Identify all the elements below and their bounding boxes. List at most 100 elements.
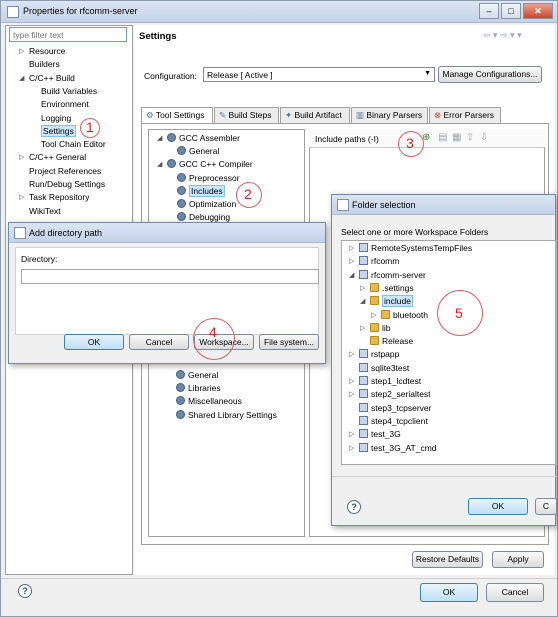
sidebar-item-builders[interactable]: Builders (29, 59, 60, 69)
file-system-button[interactable]: File system... (259, 334, 319, 350)
tool-item-libraries[interactable]: Libraries (176, 383, 221, 393)
tree-item-label: step3_tcpserver (371, 402, 432, 413)
folder-item-release[interactable]: Release (370, 336, 413, 346)
folder-item-step4-tcpclient[interactable]: step4_tcpclient (359, 415, 428, 426)
folder-icon (370, 282, 379, 292)
tab-build-steps[interactable]: ✎ Build Steps (214, 107, 279, 123)
folder-item-rfcomm[interactable]: ▷ rfcomm (349, 256, 399, 266)
collapsed-arrow-icon[interactable]: ▷ (360, 284, 365, 292)
add-dir-cancel-button[interactable]: Cancel (129, 334, 189, 350)
delete-path-icon[interactable]: ▤ (438, 132, 447, 143)
collapsed-arrow-icon[interactable]: ▷ (349, 430, 354, 438)
folder-item-sqlite3test[interactable]: sqlite3test (359, 362, 409, 373)
add-dir-ok-button[interactable]: OK (64, 334, 124, 350)
sidebar-item-project-references[interactable]: Project References (29, 166, 101, 176)
tab-tool-settings[interactable]: ⚙ Tool Settings (141, 107, 213, 124)
tool-item-shared-library-settings[interactable]: Shared Library Settings (176, 409, 277, 420)
folder-item-test-3g-at-cmd[interactable]: ▷ test_3G_AT_cmd (349, 442, 437, 453)
move-up-icon[interactable]: ⇧ (466, 132, 474, 143)
folder-item-rstpapp[interactable]: ▷ rstpapp (349, 349, 400, 360)
tree-item-label: .settings (382, 282, 414, 293)
filter-input[interactable] (9, 27, 127, 42)
folder-selection-title-bar: Folder selection (332, 195, 555, 215)
divider (1, 578, 557, 579)
directory-input[interactable] (21, 269, 319, 284)
tab-label: Build Steps (228, 110, 272, 120)
sidebar-item-c-c-build[interactable]: ◢ C/C++ Build (19, 73, 75, 83)
sidebar-item-logging[interactable]: Logging (41, 113, 71, 123)
collapsed-arrow-icon[interactable]: ▷ (19, 193, 24, 201)
folder-item-test-3g[interactable]: ▷ test_3G (349, 429, 401, 439)
sidebar-item-build-variables[interactable]: Build Variables (41, 86, 97, 96)
directory-label: Directory: (21, 254, 58, 264)
tab-build-artifact[interactable]: ✦ Build Artifact (280, 107, 350, 123)
sidebar-item-c-c-general[interactable]: ▷ C/C++ General (19, 152, 86, 162)
folder-ok-button[interactable]: OK (468, 498, 528, 515)
collapsed-arrow-icon[interactable]: ▷ (349, 244, 354, 252)
folder-item-bluetooth[interactable]: ▷ bluetooth (371, 309, 428, 320)
folder-item-remotesystemstempfiles[interactable]: ▷ RemoteSystemsTempFiles (349, 243, 472, 253)
ok-button[interactable]: OK (420, 583, 478, 602)
collapsed-arrow-icon[interactable]: ▷ (349, 390, 354, 398)
tool-item-includes[interactable]: Includes (177, 184, 225, 197)
sidebar-item-resource[interactable]: ▷ Resource (19, 46, 65, 56)
folder-item-step2-serialtest[interactable]: ▷ step2_serialtest (349, 389, 431, 400)
cancel-button[interactable]: Cancel (486, 583, 544, 602)
folder-item-step3-tcpserver[interactable]: step3_tcpserver (359, 402, 432, 413)
tool-item-preprocessor[interactable]: Preprocessor (177, 172, 240, 183)
collapsed-arrow-icon[interactable]: ▷ (371, 311, 376, 319)
maximize-button[interactable]: □ (501, 3, 521, 19)
tab-error-parsers[interactable]: ⊗ Error Parsers (429, 107, 501, 123)
close-button[interactable]: ✕ (523, 3, 553, 19)
manage-configurations-button[interactable]: Manage Configurations... (438, 66, 542, 83)
tool-item-general[interactable]: General (176, 370, 218, 380)
tool-item-miscellaneous[interactable]: Miscellaneous (176, 396, 242, 406)
expanded-arrow-icon[interactable]: ◢ (19, 74, 24, 82)
collapsed-arrow-icon[interactable]: ▷ (349, 444, 354, 452)
help-icon[interactable]: ? (347, 500, 361, 514)
edit-path-icon[interactable]: ▦ (452, 132, 461, 143)
folder-item-step1-lcdtest[interactable]: ▷ step1_lcdtest (349, 376, 421, 386)
tree-item-label: step2_serialtest (371, 389, 431, 400)
tool-item-optimization[interactable]: Optimization (177, 199, 236, 209)
folder-item--settings[interactable]: ▷ .settings (360, 282, 414, 293)
sidebar-item-settings[interactable]: Settings (41, 124, 76, 137)
sidebar-item-environment[interactable]: Environment (41, 99, 89, 109)
folder-item-rfcomm-server[interactable]: ◢ rfcomm-server (349, 269, 426, 280)
tree-item-label: rstpapp (371, 349, 400, 360)
folder-icon (381, 309, 390, 319)
minimize-button[interactable]: – (479, 3, 499, 19)
expanded-arrow-icon[interactable]: ◢ (360, 297, 365, 305)
expanded-arrow-icon[interactable]: ◢ (157, 160, 162, 168)
folder-icon (370, 322, 379, 332)
collapsed-arrow-icon[interactable]: ▷ (360, 324, 365, 332)
sidebar-item-tool-chain-editor[interactable]: Tool Chain Editor (41, 139, 106, 149)
folder-item-lib[interactable]: ▷ lib (360, 322, 391, 333)
apply-button[interactable]: Apply (492, 551, 544, 568)
folder-selection-title: Folder selection (352, 200, 416, 210)
folder-cancel-button[interactable]: C (535, 498, 557, 515)
expanded-arrow-icon[interactable]: ◢ (157, 134, 162, 142)
collapsed-arrow-icon[interactable]: ▷ (19, 47, 24, 55)
collapsed-arrow-icon[interactable]: ▷ (19, 153, 24, 161)
sidebar-item-run-debug-settings[interactable]: Run/Debug Settings (29, 179, 105, 189)
sidebar-item-wikitext[interactable]: WikiText (29, 206, 61, 216)
nav-arrows-icon[interactable]: ⇦ ▾ ⇨ ▾ ▾ (483, 30, 522, 41)
collapsed-arrow-icon[interactable]: ▷ (349, 257, 354, 265)
sidebar-item-task-repository[interactable]: ▷ Task Repository (19, 192, 89, 202)
help-icon[interactable]: ? (18, 584, 32, 598)
move-down-icon[interactable]: ⇩ (480, 132, 488, 143)
tool-item-gcc-c-compiler[interactable]: ◢ GCC C++ Compiler (157, 159, 253, 169)
tab-binary-parsers[interactable]: ▥ Binary Parsers (351, 107, 428, 123)
project-icon (359, 376, 368, 385)
folder-item-include[interactable]: ◢ include (360, 295, 413, 308)
tool-item-gcc-assembler[interactable]: ◢ GCC Assembler (157, 133, 240, 143)
restore-defaults-button[interactable]: Restore Defaults (412, 551, 483, 568)
collapsed-arrow-icon[interactable]: ▷ (349, 350, 354, 358)
collapsed-arrow-icon[interactable]: ▷ (349, 377, 354, 385)
expanded-arrow-icon[interactable]: ◢ (349, 271, 354, 279)
configuration-select[interactable]: Release [ Active ] ▼ (203, 67, 435, 82)
tool-item-debugging[interactable]: Debugging (177, 212, 230, 222)
project-icon (359, 269, 368, 279)
tool-item-general[interactable]: General (177, 146, 219, 156)
